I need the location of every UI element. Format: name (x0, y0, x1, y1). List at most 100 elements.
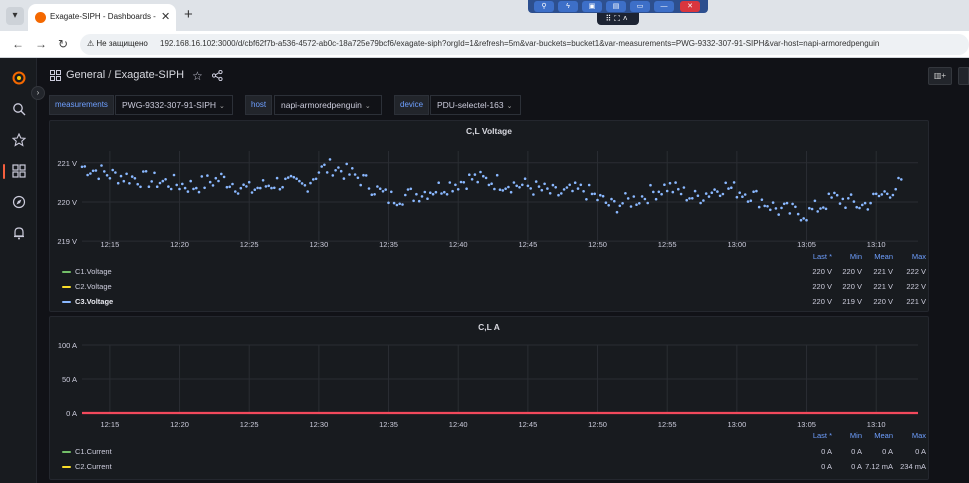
monitor-icon[interactable]: ▣ (582, 1, 602, 12)
variable-select-device[interactable]: PDU-selectel-163 ⌄ (430, 95, 521, 115)
legend-series-name[interactable]: C2.Voltage (75, 282, 112, 291)
data-point (858, 206, 861, 210)
legend-series-name[interactable]: C1.Current (75, 447, 112, 456)
add-panel-icon[interactable]: ▥+ (928, 67, 952, 85)
pin-icon[interactable]: ⚲ (534, 1, 554, 12)
search-icon[interactable] (12, 102, 26, 116)
data-point (264, 185, 268, 188)
file-icon[interactable]: ▤ (606, 1, 626, 12)
data-point (200, 175, 204, 178)
current-panel[interactable]: C,L A 100 A 50 A 0 A 12:15 12:20 12:25 12:30 12… (49, 316, 929, 480)
explore-icon[interactable] (12, 195, 26, 209)
x-tick-label: 12:25 (240, 240, 259, 249)
voltage-panel[interactable]: C,L Voltage 221 V 220 V 219 V 12:15 12:20 12:… (49, 120, 929, 312)
omnibox[interactable]: ⚠ Не защищено 192.168.16.102:3000/d/cbf6… (80, 34, 969, 55)
legend-series-name[interactable]: C1.Voltage (75, 267, 112, 276)
starred-icon[interactable] (12, 133, 26, 147)
dashboard-title[interactable]: Exagate-SIPH (114, 69, 184, 81)
data-point (769, 208, 772, 212)
lightning-icon[interactable]: ϟ (558, 1, 578, 12)
data-point (640, 195, 644, 198)
legend-header-mean[interactable]: Mean (865, 252, 893, 261)
data-point (309, 181, 312, 185)
breadcrumb-parent[interactable]: General (66, 69, 105, 81)
legend-value-mean: 7.12 mA (865, 462, 893, 471)
tab-search-button[interactable]: ▾ (6, 7, 24, 25)
data-point (796, 212, 800, 216)
x-tick-label: 12:40 (449, 420, 468, 429)
legend-value-mean: 220 V (873, 297, 893, 306)
legend-header-last[interactable]: Last * (804, 252, 832, 261)
data-point (593, 192, 596, 196)
data-point (713, 188, 716, 191)
legend-header-max[interactable]: Max (898, 431, 926, 440)
data-point (342, 177, 346, 180)
data-point (150, 180, 153, 183)
data-point (373, 193, 376, 196)
panel-title[interactable]: C,L A (50, 322, 928, 332)
panel-title[interactable]: C,L Voltage (50, 126, 928, 136)
data-point (387, 201, 390, 205)
data-point (83, 165, 87, 168)
back-icon[interactable]: ← (12, 37, 24, 51)
data-point (863, 201, 867, 205)
sidebar-expand-icon[interactable]: › (31, 86, 45, 100)
data-point (546, 187, 549, 190)
data-point (468, 173, 471, 176)
chat-icon[interactable]: ▭ (630, 1, 650, 12)
new-tab-button[interactable]: + (184, 6, 193, 23)
y-tick-label: 220 V (57, 198, 77, 207)
legend-header-last[interactable]: Last * (804, 431, 832, 440)
favorite-star-icon[interactable]: ☆ (192, 69, 203, 83)
minimize-icon[interactable]: — (654, 1, 674, 12)
legend-header-min[interactable]: Min (834, 252, 862, 261)
address-bar: ← → ↻ ⚠ Не защищено 192.168.16.102:3000/… (0, 31, 969, 58)
data-point (897, 176, 900, 180)
data-point (830, 196, 833, 199)
data-point (685, 198, 688, 202)
variable-select-host[interactable]: napi-armoredpenguin ⌄ (274, 95, 382, 115)
dashboards-icon[interactable] (12, 164, 26, 178)
data-point (618, 204, 622, 208)
legend-value-last: 220 V (812, 267, 832, 276)
browser-tab[interactable]: Exagate-SIPH - Dashboards - G ✕ (28, 4, 176, 31)
data-point (649, 183, 652, 187)
close-icon[interactable]: ✕ (680, 1, 700, 12)
tab-close-icon[interactable]: ✕ (161, 10, 170, 23)
fullscreen-controls-icon[interactable]: ⠿⛶˄ (597, 13, 639, 25)
data-point (791, 202, 794, 206)
url-text[interactable]: 192.168.16.102:3000/d/cbf62f7b-a536-4572… (160, 39, 879, 48)
reload-icon[interactable]: ↻ (58, 37, 68, 51)
data-point (749, 199, 753, 202)
data-point (813, 199, 817, 203)
legend-header-mean[interactable]: Mean (865, 431, 893, 440)
share-icon[interactable] (212, 70, 223, 81)
screen: ▾ Exagate-SIPH - Dashboards - G ✕ + ⚲ ϟ … (0, 0, 969, 483)
data-point (222, 175, 226, 179)
data-point (629, 205, 633, 208)
legend-series-name[interactable]: C3.Voltage (75, 297, 113, 306)
legend-header-max[interactable]: Max (898, 252, 926, 261)
alerting-icon[interactable] (12, 226, 26, 240)
data-point (278, 187, 282, 191)
chevron-down-icon: ⌄ (364, 103, 371, 110)
data-point (668, 181, 672, 185)
variable-select-measurements[interactable]: PWG-9332-307-91-SIPH ⌄ (115, 95, 233, 115)
data-point (746, 200, 750, 203)
current-chart[interactable]: 100 A 50 A 0 A 12:15 12:20 12:25 12:30 12:35 12:… (50, 335, 930, 453)
forward-icon[interactable]: → (35, 37, 47, 51)
security-indicator[interactable]: ⚠ Не защищено (87, 39, 148, 48)
y-tick-label: 100 A (58, 341, 77, 350)
data-point (273, 186, 276, 190)
grafana-logo[interactable] (12, 71, 26, 85)
dashboard-settings-button[interactable] (958, 67, 969, 85)
voltage-chart[interactable]: 221 V 220 V 219 V 12:15 12:20 12:25 12:30 12:35… (50, 141, 930, 271)
data-point (599, 193, 602, 197)
data-point (518, 186, 521, 189)
legend-header-min[interactable]: Min (834, 431, 862, 440)
data-point (114, 171, 117, 174)
data-point (487, 183, 491, 187)
grafana-sidebar (0, 58, 37, 483)
legend-series-name[interactable]: C2.Current (75, 462, 112, 471)
data-point (529, 187, 532, 190)
